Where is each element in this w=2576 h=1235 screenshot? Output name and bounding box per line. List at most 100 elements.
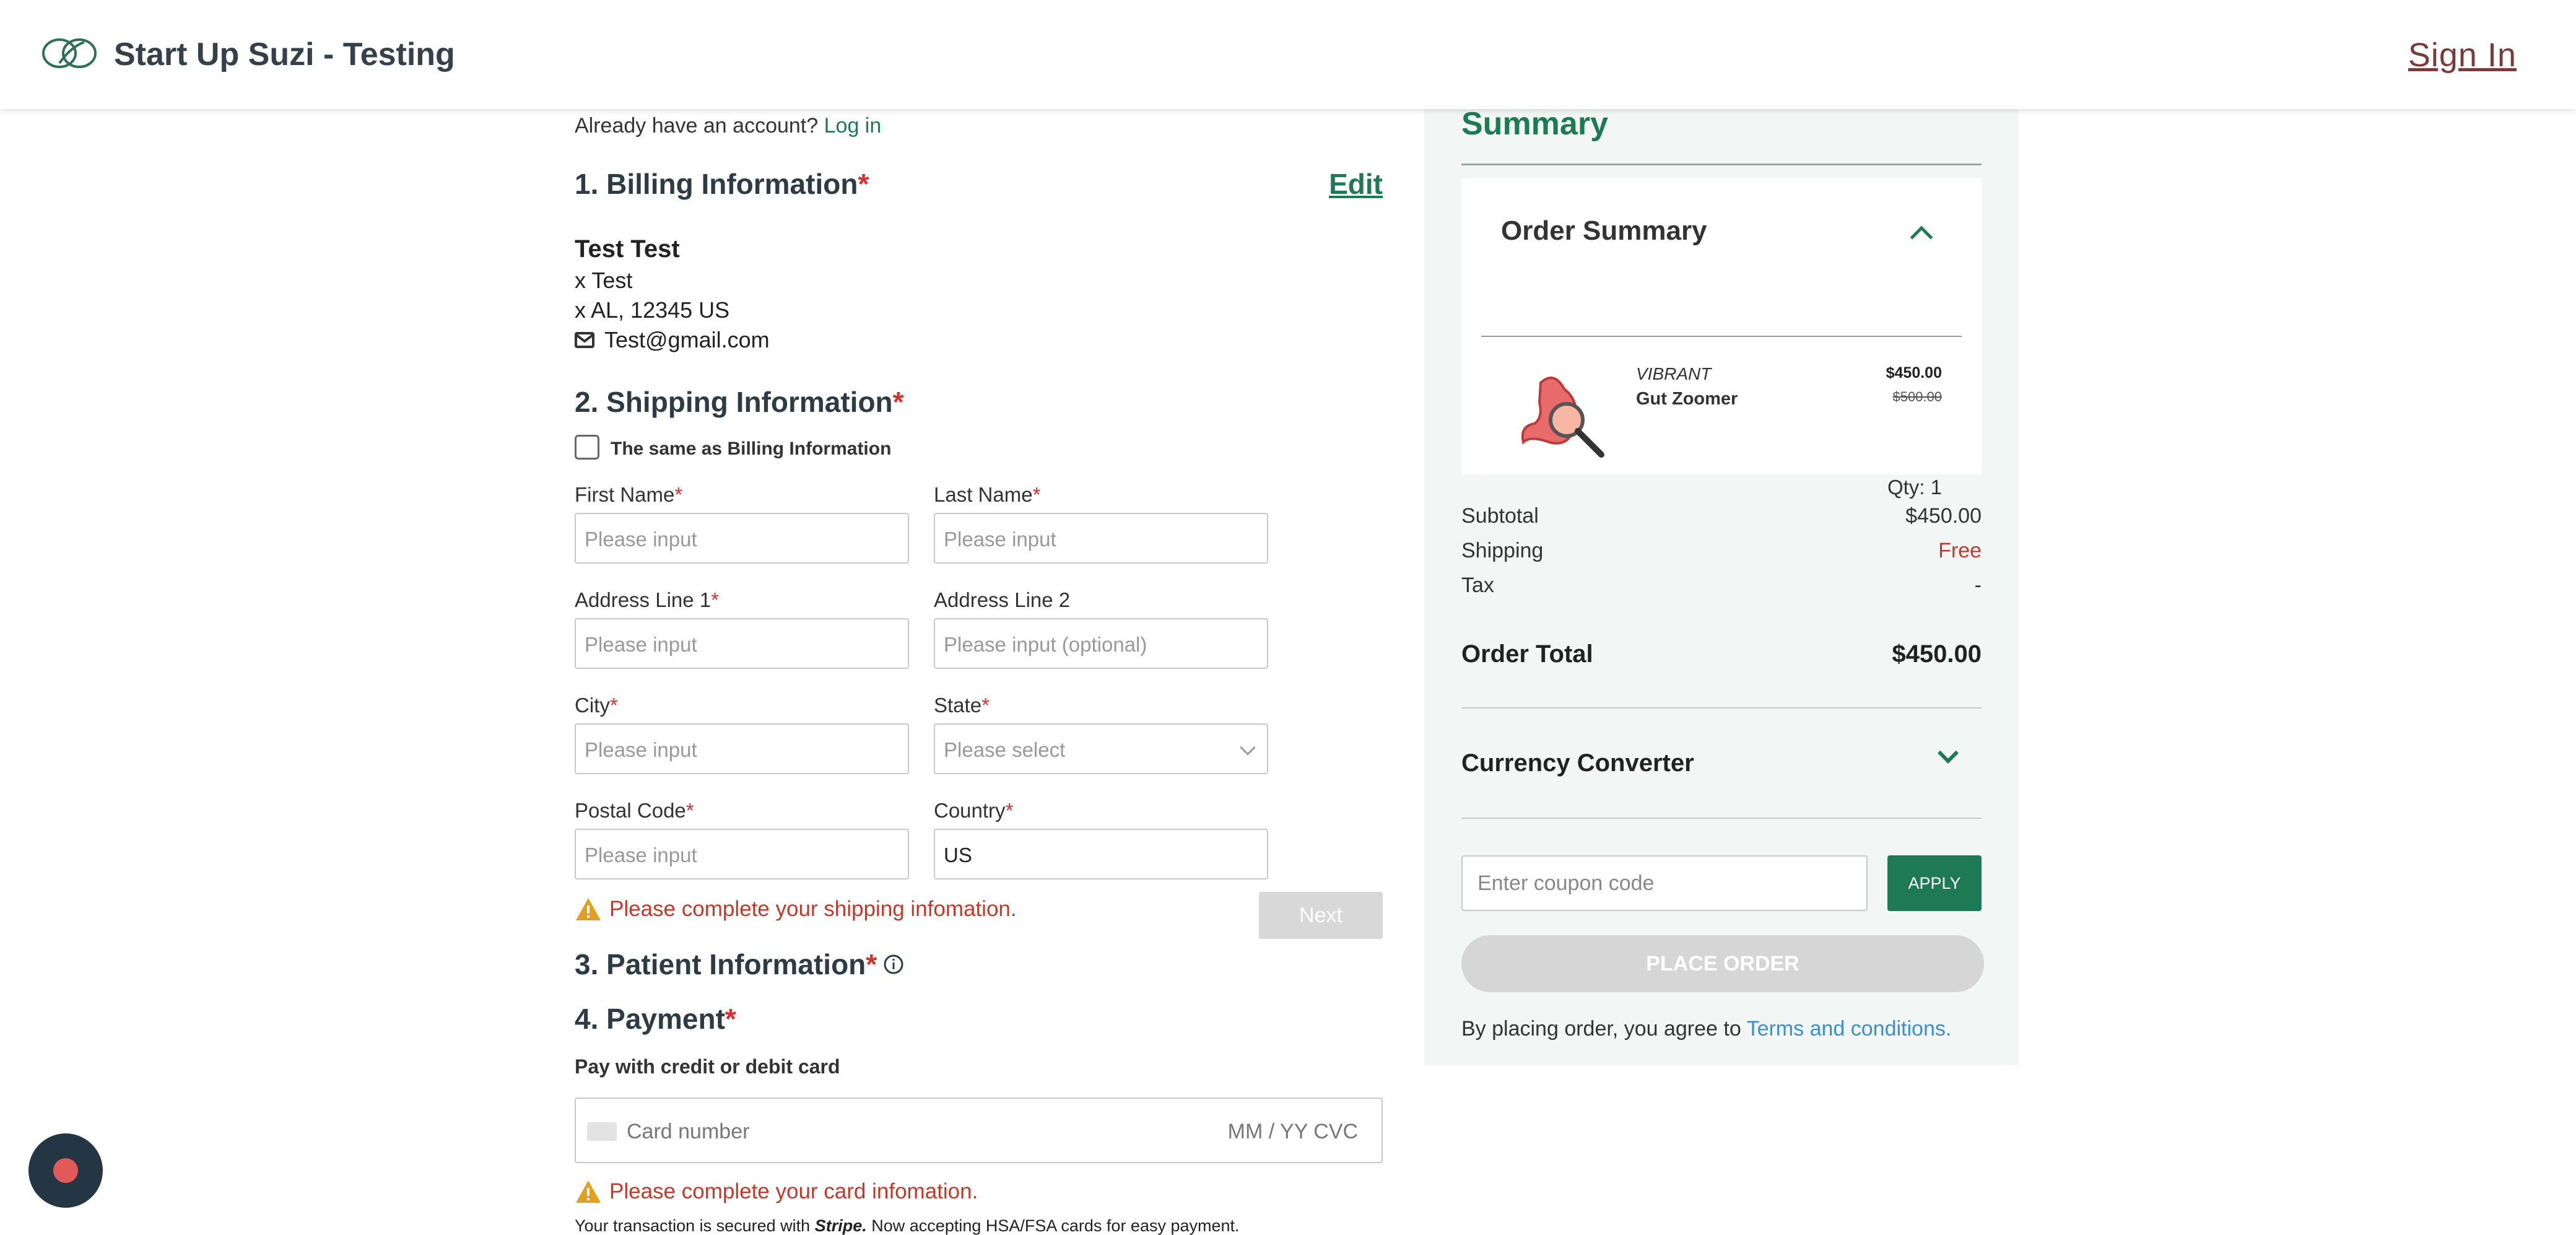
- summary-panel: Summary Order Summary VIBRANT Gut Zoomer…: [1424, 106, 2019, 1065]
- product-image: [1521, 377, 1604, 458]
- top-header: Start Up Suzi - Testing Sign In: [0, 0, 2576, 109]
- info-icon[interactable]: [883, 954, 904, 975]
- shipping-label: Shipping: [1461, 539, 1544, 562]
- shipping-title-text: 2. Shipping Information: [575, 386, 893, 418]
- country-input[interactable]: US: [934, 829, 1268, 879]
- billing-email-row: Test@gmail.com: [575, 327, 770, 353]
- billing-title-text: 1. Billing Information: [575, 168, 858, 200]
- state-select[interactable]: Please select: [934, 723, 1268, 774]
- required-mark: *: [892, 386, 904, 418]
- state-label-text: State: [934, 694, 982, 717]
- subtotal-label: Subtotal: [1461, 504, 1539, 528]
- required-mark: *: [858, 168, 869, 200]
- warning-icon: [576, 898, 601, 920]
- card-warning-text: Please complete your card infomation.: [609, 1179, 978, 1203]
- tax-row: Tax -: [1461, 574, 1982, 598]
- summary-title: Summary: [1461, 106, 1608, 142]
- shipping-value: Free: [1938, 539, 1982, 562]
- required-mark: *: [685, 799, 694, 822]
- envelope-icon: [575, 332, 594, 348]
- card-warning: Please complete your card infomation.: [575, 1179, 978, 1204]
- order-total-label: Order Total: [1461, 640, 1593, 668]
- city-input[interactable]: Please input: [575, 723, 909, 774]
- patient-title-text: 3. Patient Information: [575, 948, 866, 980]
- secured-suffix: Now accepting HSA/FSA cards for easy pay…: [871, 1216, 1240, 1235]
- patient-section-title: 3. Patient Information *: [575, 948, 904, 981]
- product-name: Gut Zoomer: [1636, 389, 1738, 409]
- required-mark: *: [609, 694, 618, 717]
- first-name-label-text: First Name: [575, 483, 675, 506]
- address-line-2-label: Address Line 2: [934, 588, 1071, 611]
- agree-text: By placing order, you agree to: [1461, 1017, 1741, 1041]
- account-prompt: Already have an account? Log in: [575, 114, 881, 138]
- sign-in-link[interactable]: Sign In: [2408, 36, 2517, 74]
- payment-subtitle: Pay with credit or debit card: [575, 1055, 840, 1078]
- address-line-1-input[interactable]: Please input: [575, 618, 909, 669]
- postal-code-label: Postal Code*: [575, 799, 694, 823]
- currency-converter-title[interactable]: Currency Converter: [1461, 749, 1694, 777]
- last-name-label-text: Last Name: [934, 483, 1033, 506]
- subtotal-value: $450.00: [1905, 504, 1982, 528]
- secured-note: Your transaction is secured with Stripe.…: [575, 1216, 1240, 1235]
- chat-launcher-button[interactable]: [28, 1133, 103, 1208]
- country-label-text: Country: [934, 799, 1006, 822]
- postal-code-input[interactable]: Please input: [575, 829, 909, 879]
- address-line-1-label-text: Address Line 1: [575, 588, 711, 611]
- product-qty: Qty: 1: [1887, 476, 1942, 499]
- payment-title-text: 4. Payment: [575, 1003, 725, 1035]
- city-label: City*: [575, 694, 618, 717]
- terms-link[interactable]: Terms and conditions.: [1747, 1017, 1952, 1041]
- login-link[interactable]: Log in: [824, 114, 882, 137]
- billing-name: Test Test: [575, 235, 680, 263]
- product-price: $450.00: [1886, 364, 1942, 382]
- app-title: Start Up Suzi - Testing: [114, 37, 455, 72]
- first-name-label: First Name*: [575, 483, 682, 507]
- tax-label: Tax: [1461, 574, 1494, 597]
- secured-prefix: Your transaction is secured with: [575, 1216, 811, 1235]
- required-mark: *: [711, 588, 719, 611]
- chevron-up-icon[interactable]: [1910, 225, 1933, 249]
- card-icon: [587, 1122, 617, 1141]
- coupon-input[interactable]: Enter coupon code: [1461, 855, 1868, 911]
- divider: [1461, 707, 1982, 709]
- postal-code-label-text: Postal Code: [575, 799, 686, 822]
- product-old-price: $500.00: [1892, 389, 1942, 404]
- next-button[interactable]: Next: [1259, 892, 1383, 939]
- required-mark: *: [981, 694, 990, 717]
- card-expiry-cvc-placeholder: MM / YY CVC: [1227, 1120, 1358, 1143]
- required-mark: *: [866, 948, 877, 980]
- shipping-warning-text: Please complete your shipping infomation…: [609, 897, 1017, 921]
- address-line-2-input[interactable]: Please input (optional): [934, 618, 1268, 669]
- country-label: Country*: [934, 799, 1013, 823]
- order-total-row: Order Total $450.00: [1461, 640, 1982, 668]
- billing-section-title: 1. Billing Information*: [575, 167, 869, 201]
- chevron-down-icon: [1240, 740, 1256, 756]
- divider: [1461, 164, 1982, 165]
- chat-indicator-icon: [53, 1158, 78, 1183]
- chevron-down-icon[interactable]: [1938, 743, 1959, 764]
- leaf-logo-icon[interactable]: [41, 35, 100, 72]
- required-mark: *: [724, 1003, 736, 1035]
- state-select-value: Please select: [944, 738, 1066, 761]
- billing-address-line-2: x AL, 12345 US: [575, 297, 730, 323]
- required-mark: *: [1032, 483, 1041, 506]
- required-mark: *: [1005, 799, 1014, 822]
- subtotal-row: Subtotal $450.00: [1461, 504, 1982, 528]
- divider: [1461, 818, 1982, 819]
- card-input[interactable]: Card number MM / YY CVC: [575, 1098, 1383, 1163]
- payment-section-title: 4. Payment*: [575, 1002, 736, 1036]
- billing-edit-link[interactable]: Edit: [1329, 167, 1383, 201]
- order-total-value: $450.00: [1892, 640, 1982, 668]
- shipping-row: Shipping Free: [1461, 539, 1982, 563]
- required-mark: *: [674, 483, 683, 506]
- billing-email: Test@gmail.com: [604, 327, 770, 352]
- apply-coupon-button[interactable]: APPLY: [1887, 855, 1982, 911]
- order-summary-title: Order Summary: [1501, 216, 1707, 246]
- place-order-button[interactable]: PLACE ORDER: [1461, 935, 1984, 992]
- same-as-billing-checkbox[interactable]: [575, 435, 599, 460]
- first-name-input[interactable]: Please input: [575, 513, 909, 564]
- last-name-input[interactable]: Please input: [934, 513, 1268, 564]
- state-label: State*: [934, 694, 990, 717]
- terms-note: By placing order, you agree to Terms and…: [1461, 1017, 1951, 1041]
- card-number-placeholder: Card number: [627, 1120, 750, 1143]
